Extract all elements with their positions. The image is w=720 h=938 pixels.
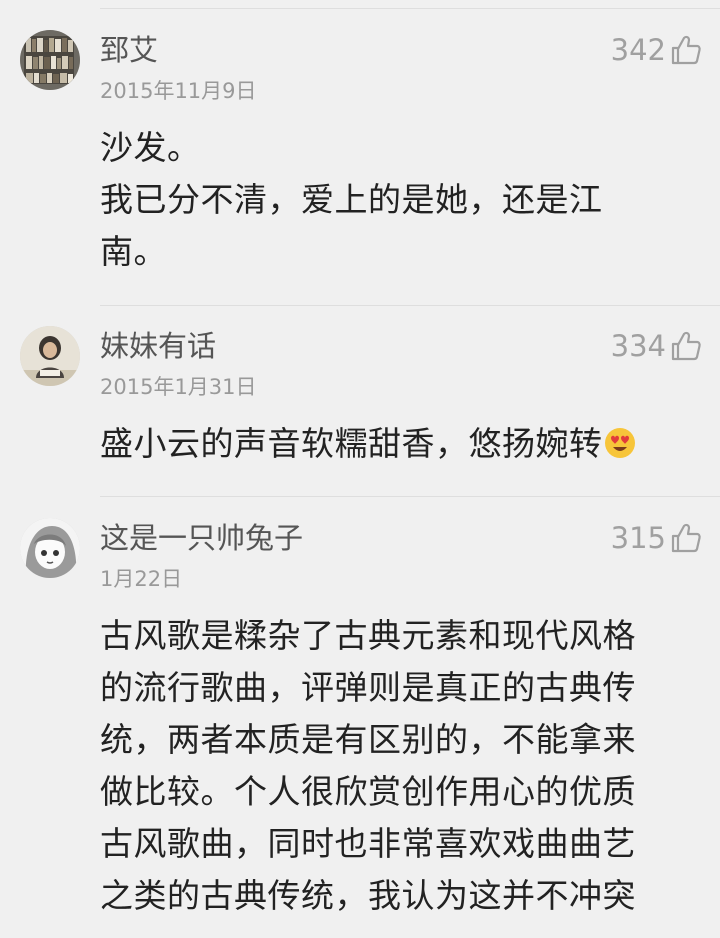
comment-text-line: 沙发。 bbox=[100, 128, 201, 167]
thumbs-up-icon bbox=[671, 35, 701, 65]
comment-text: 沙发。 我已分不清，爱上的是她，还是江 南。 bbox=[100, 122, 700, 278]
comment-text-line: 古风歌是糅杂了古典元素和现代风格 bbox=[100, 616, 636, 655]
comment-text-line: 做比较。个人很欣赏创作用心的优质 bbox=[100, 772, 636, 811]
avatar[interactable] bbox=[20, 30, 80, 90]
comment-username[interactable]: 妹妹有话 bbox=[100, 328, 216, 364]
comment-text-line: 之类的古典传统，我认为这并不冲突 bbox=[100, 876, 636, 915]
comment-divider bbox=[100, 305, 720, 306]
comment-text-span: 盛小云的声音软糯甜香，悠扬婉转 bbox=[100, 424, 603, 463]
avatar-bookshelf-image bbox=[20, 30, 80, 90]
thumbs-up-icon bbox=[671, 331, 701, 361]
comment-text: 盛小云的声音软糯甜香，悠扬婉转 bbox=[100, 418, 700, 470]
comment-text-line: 的流行歌曲，评弹则是真正的古典传 bbox=[100, 668, 636, 707]
comment-text-line: 我已分不清，爱上的是她，还是江 bbox=[100, 180, 603, 219]
comment-username[interactable]: 郅艾 bbox=[100, 32, 158, 68]
like-button[interactable]: 334 bbox=[611, 328, 702, 364]
comment-text: 古风歌是糅杂了古典元素和现代风格 的流行歌曲，评弹则是真正的古典传 统，两者本质… bbox=[100, 610, 700, 922]
comment-text-line: 盛小云的声音软糯甜香，悠扬婉转 bbox=[100, 418, 700, 470]
thumbs-up-icon bbox=[671, 523, 701, 553]
avatar-person-image bbox=[20, 326, 80, 386]
heart-eyes-emoji-icon bbox=[604, 428, 635, 458]
like-count: 334 bbox=[610, 329, 666, 363]
comment-date: 2015年11月9日 bbox=[100, 79, 257, 103]
like-button[interactable]: 342 bbox=[611, 32, 702, 68]
comment-date: 2015年1月31日 bbox=[100, 375, 257, 399]
comment-text-line: 古风歌曲，同时也非常喜欢戏曲曲艺 bbox=[100, 824, 636, 863]
avatar-anime-girl-image bbox=[20, 518, 80, 578]
comment-text-line: 统，两者本质是有区别的，不能拿来 bbox=[100, 720, 636, 759]
top-divider bbox=[100, 8, 720, 9]
avatar[interactable] bbox=[20, 518, 80, 578]
like-button[interactable]: 315 bbox=[611, 520, 702, 556]
comment-username[interactable]: 这是一只帅兔子 bbox=[100, 520, 303, 556]
comment-text-line: 南。 bbox=[100, 232, 167, 271]
avatar[interactable] bbox=[20, 326, 80, 386]
comment-date: 1月22日 bbox=[100, 567, 183, 591]
like-count: 315 bbox=[610, 521, 666, 555]
comment-divider bbox=[100, 496, 720, 497]
like-count: 342 bbox=[610, 33, 666, 67]
